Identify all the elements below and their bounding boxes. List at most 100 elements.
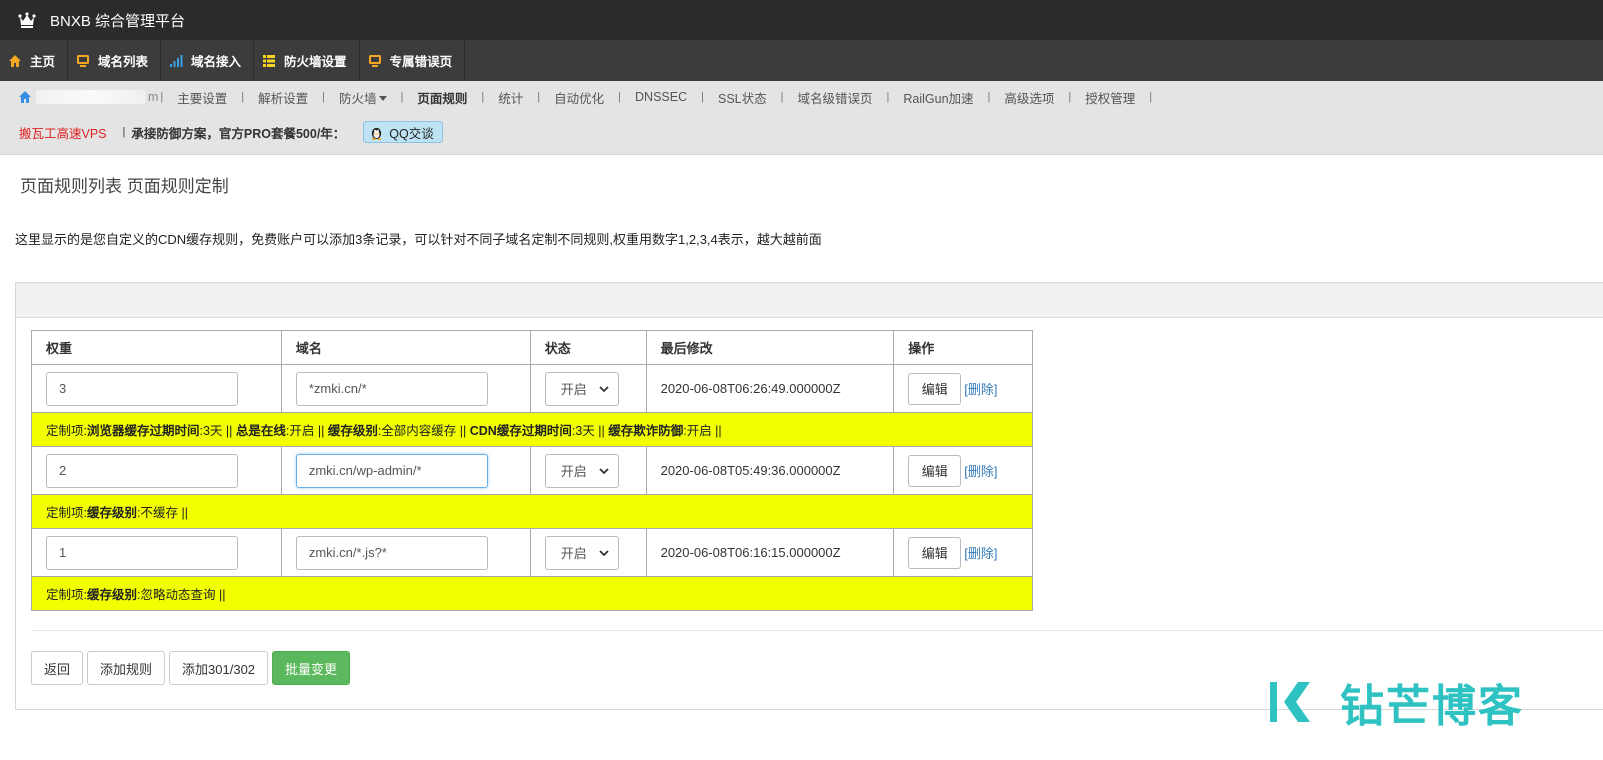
delete-link[interactable]: [删除] (964, 546, 997, 561)
chevron-down-icon (599, 549, 609, 556)
subnav-item-label: 页面规则 (417, 91, 468, 106)
action-buttons: 返回 添加规则 添加301/302 批量变更 (31, 651, 354, 685)
subnav-item-label: SSL状态 (717, 91, 767, 106)
domain-input[interactable]: *zmki.cn/* (295, 371, 488, 406)
rule-details-row: 定制项:缓存级别:忽略动态查询 || (31, 576, 1033, 611)
rules-panel: 权重 域名 状态 最后修改 操作 3 *zmki.cn/* 开启 2020-06… (15, 282, 1603, 710)
main-menu-label: 域名接入 (191, 55, 242, 69)
subnav-item[interactable]: 解析设置 (244, 88, 322, 107)
detail-value: :3天 || (199, 424, 236, 438)
detail-key: CDN缓存过期时间 (469, 424, 572, 438)
column-header-actions: 操作 (893, 330, 1033, 365)
status-cell: 开启 (529, 528, 647, 577)
status-select[interactable]: 开启 (544, 535, 619, 570)
page-title: 页面规则列表 页面规则定制 (20, 177, 229, 196)
subnav-item[interactable]: 高级选项 (990, 88, 1068, 107)
subnav-item[interactable]: 域名级错误页 (783, 88, 886, 107)
edit-button[interactable]: 编辑 (908, 372, 962, 405)
details-prefix: 定制项: (46, 424, 87, 438)
column-header-weight: 权重 (31, 330, 282, 365)
main-menu-label: 专属错误页 (389, 55, 453, 69)
modified-cell: 2020-06-08T05:49:36.000000Z (645, 446, 895, 495)
main-menu-item[interactable]: 防火墙设置 (254, 40, 360, 81)
subnav-item-label: 统计 (498, 91, 524, 106)
separator: | (1149, 91, 1153, 103)
subnav-item[interactable]: DNSSEC (621, 90, 701, 104)
list-icon (262, 54, 276, 68)
detail-key: 浏览器缓存过期时间 (86, 424, 200, 438)
weight-input[interactable]: 3 (46, 371, 238, 406)
edit-button[interactable]: 编辑 (908, 536, 962, 569)
divider (31, 630, 1603, 631)
home-icon[interactable] (18, 90, 32, 104)
main-menu-label: 防火墙设置 (284, 55, 347, 69)
detail-value: :忽略动态查询 || (137, 588, 226, 602)
subnav-item[interactable]: RailGun加速 (889, 88, 987, 107)
home-icon (8, 54, 22, 68)
weight-input[interactable]: 2 (46, 453, 238, 488)
panel-header (16, 283, 1603, 318)
qq-chat-button[interactable]: QQ交谈 (363, 121, 443, 143)
subnav-item[interactable]: 自动优化 (540, 88, 618, 107)
domain-suffix: m (148, 90, 159, 104)
subnav-item[interactable]: 页面规则 (403, 88, 481, 107)
app-title: BNXB 综合管理平台 (50, 12, 186, 30)
rule-details-row: 定制项:缓存级别:不缓存 || (31, 494, 1033, 529)
status-select[interactable]: 开启 (544, 453, 619, 488)
weight-input[interactable]: 1 (46, 535, 238, 570)
status-select-value: 开启 (560, 464, 587, 479)
status-select-value: 开启 (560, 546, 587, 561)
status-select-value: 开启 (560, 382, 587, 397)
main-menu: 主页 域名列表 域名接入 防火墙设置 专属错误页 (0, 40, 1603, 81)
detail-value: :3天 || (571, 424, 609, 438)
subnav-item-label: 解析设置 (258, 91, 309, 106)
actions-cell: 编辑 [删除] (893, 446, 1033, 495)
watermark-text: 钻芒博客 (1340, 681, 1524, 732)
promo-text: 承接防御方案，官方PRO套餐500/年： (131, 126, 346, 141)
subnav-item[interactable]: 授权管理 (1071, 88, 1149, 107)
rules-table: 权重 域名 状态 最后修改 操作 3 *zmki.cn/* 开启 2020-06… (31, 330, 1033, 611)
subnav-item-label: 授权管理 (1085, 91, 1136, 106)
chevron-down-icon (599, 385, 609, 392)
watermark-logo-icon (1270, 682, 1310, 722)
subnav-item[interactable]: 主要设置 (163, 88, 241, 107)
status-cell: 开启 (529, 446, 647, 495)
weight-cell: 1 (31, 528, 282, 577)
domain-input[interactable]: zmki.cn/*.js?* (295, 535, 488, 570)
batch-change-button[interactable]: 批量变更 (272, 651, 351, 685)
main-menu-item[interactable]: 主页 (0, 40, 69, 81)
status-select[interactable]: 开启 (544, 371, 619, 406)
ad-link[interactable]: 搬瓦工高速VPS (19, 123, 107, 142)
table-row: 3 *zmki.cn/* 开启 2020-06-08T06:26:49.0000… (31, 364, 1033, 413)
add-rule-button[interactable]: 添加规则 (87, 651, 166, 685)
subnav-item[interactable]: 统计 (484, 88, 537, 107)
edit-button[interactable]: 编辑 (908, 454, 962, 487)
modified-cell: 2020-06-08T06:26:49.000000Z (645, 364, 895, 413)
subnav-item[interactable]: 防火墙 (325, 88, 401, 107)
main-menu-item[interactable]: 域名列表 (68, 40, 162, 81)
column-header-modified: 最后修改 (645, 330, 895, 365)
detail-value: :全部内容缓存 || (377, 424, 470, 438)
detail-value: :开启 || (285, 424, 328, 438)
modified-cell: 2020-06-08T06:16:15.000000Z (645, 528, 895, 577)
subnav-item-label: 防火墙 (339, 91, 377, 106)
subnav-row: m | 主要设置 | 解析设置 | 防火墙 | 页面规则 | 统计 | 自动优化 | DNSSEC | SSL… (18, 87, 1152, 107)
column-header-status: 状态 (529, 330, 647, 365)
main-menu-item[interactable]: 专属错误页 (360, 40, 466, 81)
subnav-item[interactable]: SSL状态 (704, 88, 781, 107)
main-menu-item[interactable]: 域名接入 (161, 40, 255, 81)
detail-key: 缓存级别 (86, 506, 137, 520)
delete-link[interactable]: [删除] (964, 464, 997, 479)
delete-link[interactable]: [删除] (964, 382, 997, 397)
main-menu-label: 域名列表 (98, 55, 149, 69)
add-redirect-button[interactable]: 添加301/302 (169, 651, 269, 685)
detail-key: 缓存级别 (327, 424, 378, 438)
back-button[interactable]: 返回 (31, 651, 84, 685)
separator: | (122, 126, 126, 138)
domain-input[interactable]: zmki.cn/wp-admin/* (295, 453, 488, 488)
top-bar: BNXB 综合管理平台 (0, 0, 1603, 40)
caret-down-icon (378, 96, 387, 102)
domain-cell: zmki.cn/wp-admin/* (280, 446, 531, 495)
rule-details-cell: 定制项:缓存级别:不缓存 || (31, 494, 1033, 529)
table-row: 1 zmki.cn/*.js?* 开启 2020-06-08T06:16:15.… (31, 528, 1033, 577)
